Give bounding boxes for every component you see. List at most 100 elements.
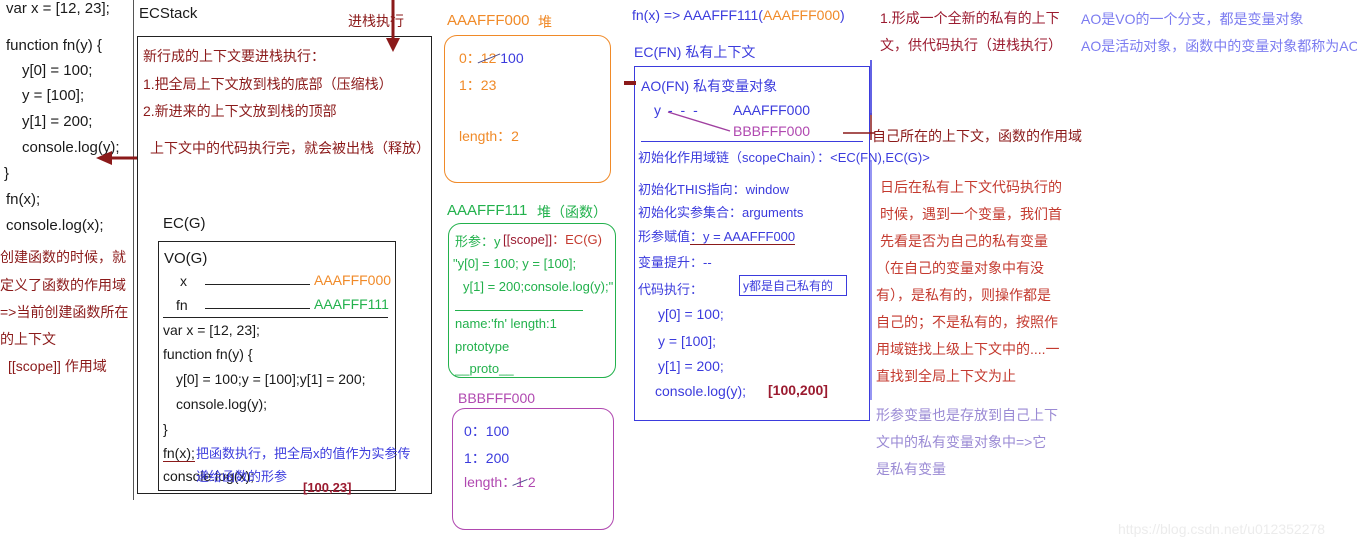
vo-annotation-0: 把函数执行，把全局x的值作为实参传: [196, 446, 411, 461]
vo-result: [100,23]: [303, 480, 352, 495]
heap-aaafff000-kind: 堆: [538, 14, 552, 30]
heap-aaafff111-prototype: prototype: [455, 339, 510, 354]
ecstack-rule-0: 新行成的上下文要进栈执行：: [143, 48, 325, 64]
ecstack-title: ECStack: [139, 5, 198, 22]
exec-private-badge-label: y都是自己私有的: [743, 279, 834, 293]
note-lookup-3: （在自己的变量对象中有没: [876, 260, 1044, 276]
length-old-value: 1: [516, 474, 524, 490]
vo-var-line-x: [205, 284, 310, 285]
heap-bbbfff000-row-0: 0：100: [464, 423, 510, 439]
vo-var-name-fn: fn: [176, 297, 188, 313]
ao-y-ref-new: BBBFFF000: [733, 123, 811, 139]
left-code-line-2: y[0] = 100;: [22, 62, 93, 79]
heap-row-old-value: 12: [480, 50, 497, 66]
note-ao-vo-0: AO是VO的一个分支，都是变量对象: [1081, 11, 1304, 27]
note-param-2: 是私有变量: [876, 461, 946, 477]
heap-aaafff111-divider: [455, 310, 583, 311]
heap-row-sep: ：: [466, 50, 481, 66]
ecstack-rule-1: 1.把全局上下文放到栈的底部（压缩栈）: [143, 76, 393, 92]
vo-code-1: function fn(y) {: [163, 346, 253, 362]
vo-code-4: }: [163, 421, 168, 437]
left-note-0: 创建函数的时候，就: [0, 249, 126, 265]
note-ao-vo-1: AO是活动对象，函数中的变量对象都称为AO: [1081, 38, 1357, 54]
heap-aaafff000-row-0: 0：12 100: [459, 48, 524, 68]
ao-fn-title: AO(FN) 私有变量对象: [641, 78, 778, 94]
left-code-line-8: console.log(x);: [6, 217, 104, 234]
param-assign-label: 形参赋值: [638, 229, 691, 244]
left-code-line-7: fn(x);: [6, 191, 41, 208]
vo-var-value-x: AAAFFF000: [314, 272, 392, 288]
heap-aaafff111-meta: name:'fn' length:1: [455, 316, 557, 331]
note-lookup-6: 用域链找上级上下文中的....一: [876, 341, 1060, 357]
heap-row-new-value: 100: [500, 50, 524, 66]
fn-call-suffix: ): [840, 7, 845, 23]
left-note-1: 定义了函数的作用域: [0, 277, 126, 293]
console-line: console.log(y);: [655, 383, 747, 399]
heap-aaafff111-scope: [[scope]]：EC(G): [503, 229, 602, 248]
vo-separator: [163, 317, 388, 318]
heap-row-old-value: 23: [480, 77, 497, 93]
heap-aaafff111-param: 形参：y: [455, 234, 501, 249]
left-code-line-3: y = [100];: [22, 87, 85, 104]
ao-param-assign: 形参赋值：y = AAAFFF000: [638, 226, 796, 245]
exec-code-2: y[1] = 200;: [658, 358, 724, 374]
vo-code-2: y[0] = 100;y = [100];y[1] = 200;: [176, 371, 366, 387]
ec-fn-title: EC(FN) 私有上下文: [634, 44, 756, 60]
left-code-line-1: function fn(y) {: [6, 37, 102, 54]
ao-y-ref-old: AAAFFF000: [733, 102, 811, 118]
vo-code-3: console.log(y);: [176, 396, 268, 412]
heap-bbbfff000-row-1: 1：200: [464, 450, 510, 466]
ao-this-line: 初始化THIS指向：window: [638, 182, 789, 197]
heap-row-key: 1: [459, 77, 467, 93]
length-new-value: 2: [527, 474, 536, 490]
push-execute-label: 进栈执行: [348, 13, 404, 29]
left-note-3: 的上下文: [0, 331, 56, 347]
note-new-ctx-1: 文，供代码执行（进栈执行）: [880, 37, 1062, 53]
vo-code-5: fn(x);: [163, 445, 195, 462]
left-divider: [133, 0, 134, 500]
heap-aaafff111-kind: 堆（函数）: [537, 204, 607, 220]
vo-g-title: VO(G): [164, 250, 208, 267]
left-code-line-0: var x = [12, 23];: [6, 0, 110, 17]
fn-call-prefix: fn(x) => AAAFFF111(: [632, 7, 763, 23]
note-lookup-7: 直找到全局上下文为止: [876, 368, 1016, 384]
exec-code-1: y = [100];: [658, 333, 716, 349]
heap-bbbfff000-title: BBBFFF000: [458, 390, 536, 406]
note-lookup-0: 日后在私有上下文代码执行的: [880, 179, 1062, 195]
console-result: [100,200]: [768, 382, 828, 398]
scope-bracket-value: ：EC(G): [552, 232, 602, 247]
vo-annotation-1: 递给函数的形参: [196, 469, 288, 484]
heap-aaafff111-body-1: y[1] = 200;console.log(y);": [463, 279, 614, 294]
fn-call-arg: AAAFFF000: [762, 7, 841, 23]
ao-y-label: y: [654, 102, 661, 118]
note-lookup-1: 时候，遇到一个变量，我们首: [880, 206, 1062, 222]
heap-aaafff111-body-0: "y[0] = 100; y = [100];: [453, 256, 577, 271]
vo-code-0: var x = [12, 23];: [163, 322, 260, 338]
heap-aaafff111-proto: __proto__: [455, 361, 514, 376]
note-param-1: 文中的私有变量对象中=>它: [876, 434, 1047, 450]
note-new-ctx-0: 1.形成一个全新的私有的上下: [880, 10, 1060, 26]
length-label: length：: [464, 474, 517, 490]
heap-aaafff000-length: length：2: [459, 128, 519, 144]
left-code-line-5: console.log(y);: [22, 139, 120, 156]
left-code-line-4: y[1] = 200;: [22, 113, 93, 130]
heap-aaafff000-title: AAAFFF000: [447, 12, 530, 29]
vo-var-name-x: x: [180, 273, 187, 289]
ao-args-line: 初始化实参集合：arguments: [638, 205, 804, 220]
note-param-0: 形参变量也是存放到自己上下: [876, 407, 1058, 423]
scope-bracket-label: [[scope]]: [503, 232, 553, 247]
ecstack-rule-2: 2.新进来的上下文放到栈的顶部: [143, 103, 337, 119]
heap-bbbfff000-length: length：1 2: [464, 472, 536, 492]
note-lookup-2: 先看是否为自己的私有变量: [880, 233, 1048, 249]
ecstack-pop-note: 上下文中的代码执行完，就会被出栈（释放）: [150, 140, 430, 156]
heap-aaafff000-row-1: 1：23: [459, 75, 496, 95]
left-note-2: =>当前创建函数所在: [0, 304, 129, 320]
note-lookup-5: 自己的；不是私有的，按照作: [876, 314, 1058, 330]
ao-exec-label: 代码执行：: [638, 282, 704, 297]
ao-hoist-line: 变量提升：--: [638, 255, 712, 270]
heap-row-key: 0: [459, 50, 467, 66]
watermark: https://blog.csdn.net/u012352278: [1118, 521, 1326, 537]
heap-row-sep: ：: [466, 77, 481, 93]
vo-var-line-fn: [205, 308, 310, 309]
param-assign-value: ：y = AAAFFF000: [690, 229, 796, 245]
